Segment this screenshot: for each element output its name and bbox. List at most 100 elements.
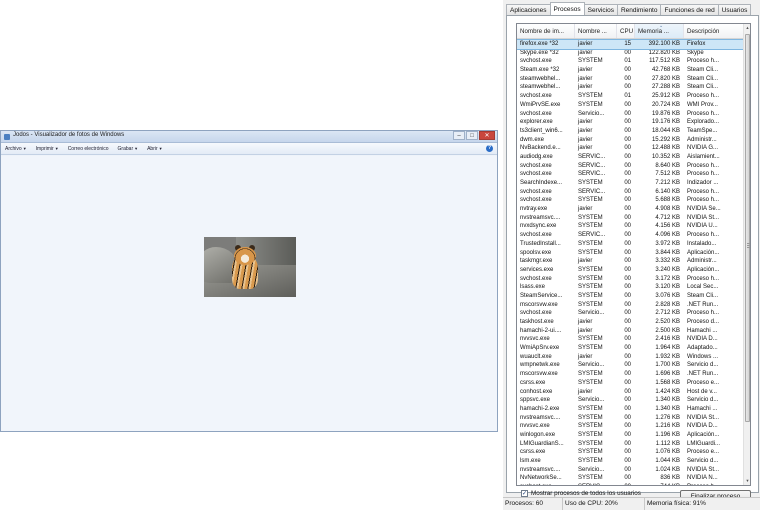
table-row[interactable]: svchost.exe SERVIC... 00 6.140 KB Proceso h.…	[517, 188, 745, 197]
table-row[interactable]: svchost.exe SYSTEM 01 25.912 KB Proceso h...	[517, 92, 745, 101]
tab-funciones-de-red[interactable]: Funciones de red	[660, 4, 719, 15]
table-row[interactable]: steamwebhel... javier 00 27.288 KB Steam Cli…	[517, 83, 745, 92]
table-row[interactable]: WmiPrvSE.exe SYSTEM 00 20.724 KB WMI Prov...	[517, 101, 745, 110]
table-row[interactable]: services.exe SYSTEM 00 3.240 KB Aplicación..…	[517, 266, 745, 275]
table-row[interactable]: svchost.exe SERVIC... 00 7.512 KB Proceso h.…	[517, 170, 745, 179]
table-row[interactable]: hamachi-2-ui.... javier 00 2.500 KB Hamachi …	[517, 327, 745, 336]
column-user-name[interactable]: Nombre ...	[575, 24, 617, 38]
menu-imprimir[interactable]: Imprimir▼	[36, 146, 59, 152]
table-row[interactable]: wmpnetwk.exe Servicio... 00 1.700 KB Servici…	[517, 361, 745, 370]
cell-user-name: SYSTEM	[578, 371, 603, 378]
table-row[interactable]: nvtray.exe javier 00 4.908 KB NVIDIA Se...	[517, 205, 745, 214]
table-row[interactable]: wuauclt.exe javier 00 1.932 KB Windows ...	[517, 353, 745, 362]
table-row[interactable]: dwm.exe javier 00 15.292 KB Administr...	[517, 136, 745, 145]
table-row[interactable]: lsass.exe SYSTEM 00 3.120 KB Local Sec...	[517, 283, 745, 292]
table-row[interactable]: nvstreamsvc.... SYSTEM 00 4.712 KB NVIDIA St…	[517, 214, 745, 223]
table-row[interactable]: TrustedInstall... SYSTEM 00 3.972 KB Instala…	[517, 240, 745, 249]
cell-user-name: javier	[578, 353, 593, 360]
table-row[interactable]: hamachi-2.exe SYSTEM 00 1.340 KB Hamachi ...	[517, 405, 745, 414]
table-row[interactable]: nvstreamsvc.... Servicio... 00 1.024 KB NVID…	[517, 466, 745, 475]
table-row[interactable]: steamwebhel... javier 00 27.820 KB Steam Cli…	[517, 75, 745, 84]
table-row[interactable]: svchost.exe Servicio... 00 2.712 KB Proceso …	[517, 309, 745, 318]
table-row[interactable]: SteamService... SYSTEM 00 3.076 KB Steam Cli…	[517, 292, 745, 301]
table-row[interactable]: csrss.exe SYSTEM 00 1.568 KB Proceso e...	[517, 379, 745, 388]
table-row[interactable]: Steam.exe *32 javier 00 42.768 KB Steam Cli.…	[517, 66, 745, 75]
cell-cpu: 00	[624, 162, 631, 169]
table-row[interactable]: csrss.exe SYSTEM 00 1.076 KB Proceso e...	[517, 448, 745, 457]
column-memory[interactable]: ⌄ Memoria ...	[635, 24, 684, 38]
menu-archivo[interactable]: Archivo▼	[5, 146, 27, 152]
table-row[interactable]: mscorsvw.exe SYSTEM 00 1.696 KB .NET Run...	[517, 370, 745, 379]
table-row[interactable]: LMIGuardianS... SYSTEM 00 1.112 KB LMIGuardi…	[517, 440, 745, 449]
table-row[interactable]: ts3client_win6... javier 00 18.044 KB TeamSp…	[517, 127, 745, 136]
table-row[interactable]: firefox.exe *32 javier 15 392.100 KB Firefox	[517, 39, 746, 50]
minimize-button[interactable]: –	[453, 131, 465, 140]
cell-memory: 3.332 KB	[655, 258, 680, 265]
table-row[interactable]: conhost.exe javier 00 1.424 KB Host de v...	[517, 388, 745, 397]
show-all-users-label: Mostrar procesos de todos los usuarios	[531, 490, 641, 497]
table-row[interactable]: svchost.exeSERVIC...00744 KBProceso h...	[517, 483, 745, 485]
viewer-titlebar[interactable]: Jodos - Visualizador de fotos de Windows…	[1, 131, 497, 143]
close-button[interactable]: ✕	[479, 131, 495, 140]
process-list-scrollbar[interactable]: ▲ ▼	[743, 24, 750, 485]
cell-memory: 2.416 KB	[655, 336, 680, 343]
table-row[interactable]: svchost.exe SERVIC... 00 8.640 KB Proceso h.…	[517, 162, 745, 171]
scroll-down-icon[interactable]: ▼	[744, 477, 750, 485]
table-row[interactable]: NvBackend.e... javier 00 12.488 KB NVIDIA G.…	[517, 144, 745, 153]
table-row[interactable]: WmiApSrv.exe SYSTEM 00 1.964 KB Adaptado...	[517, 344, 745, 353]
maximize-button[interactable]: □	[466, 131, 478, 140]
cell-user-name: javier	[578, 49, 593, 56]
tab-procesos[interactable]: Procesos	[549, 2, 585, 15]
cell-user-name: SERVIC...	[578, 162, 606, 169]
table-row[interactable]: Skype.exe *32 javier 00 122.820 KB Skype	[517, 49, 745, 58]
cell-cpu: 00	[624, 75, 631, 82]
column-cpu[interactable]: CPU	[617, 24, 635, 38]
table-row[interactable]: svchost.exe SERVIC... 00 4.096 KB Proceso h.…	[517, 231, 745, 240]
table-row[interactable]: nvvsvc.exe SYSTEM 00 1.216 KB NVIDIA D...	[517, 422, 745, 431]
tab-rendimiento[interactable]: Rendimiento	[616, 4, 662, 15]
help-icon[interactable]: ?	[486, 145, 493, 152]
column-description[interactable]: Descripción	[684, 24, 745, 38]
cell-description: NVIDIA N...	[687, 475, 718, 482]
table-row[interactable]: nvvsvc.exe SYSTEM 00 2.416 KB NVIDIA D...	[517, 335, 745, 344]
table-row[interactable]: mscorsvw.exe SYSTEM 00 2.828 KB .NET Run...	[517, 301, 745, 310]
process-list[interactable]: Nombre de im... Nombre ... CPU ⌄ Memoria…	[516, 23, 751, 486]
table-row[interactable]: NvNetworkSe... SYSTEM 00 836 KB NVIDIA N...	[517, 474, 745, 483]
menu-abrir[interactable]: Abrir▼	[147, 146, 163, 152]
menu-correo[interactable]: Correo electrónico	[68, 146, 109, 152]
table-row[interactable]: nvxdsync.exe SYSTEM 00 4.156 KB NVIDIA U...	[517, 222, 745, 231]
table-row[interactable]: taskhost.exe javier 00 2.520 KB Proceso d...	[517, 318, 745, 327]
table-row[interactable]: SearchIndexe... SYSTEM 00 7.212 KB Indizador…	[517, 179, 745, 188]
table-row[interactable]: explorer.exe javier 00 19.176 KB Explorado..…	[517, 118, 745, 127]
column-image-name[interactable]: Nombre de im...	[517, 24, 575, 38]
menu-grabar[interactable]: Grabar▼	[118, 146, 139, 152]
cell-description: LMIGuardi...	[687, 440, 721, 447]
scroll-up-icon[interactable]: ▲	[744, 24, 750, 32]
table-row[interactable]: winlogon.exe SYSTEM 00 1.196 KB Aplicación..…	[517, 431, 745, 440]
table-row[interactable]: svchost.exe SYSTEM 00 5.688 KB Proceso h...	[517, 196, 745, 205]
table-row[interactable]: svchost.exe SYSTEM 01 117.512 KB Proceso h..…	[517, 57, 745, 66]
scrollbar-thumb[interactable]	[745, 34, 750, 422]
cell-description: Servicio d...	[687, 397, 719, 404]
table-row[interactable]: taskmgr.exe javier 00 3.332 KB Administr...	[517, 257, 745, 266]
table-row[interactable]: audiodg.exe SERVIC... 00 10.352 KB Aislamien…	[517, 153, 745, 162]
cell-user-name: SYSTEM	[578, 180, 603, 186]
tab-usuarios[interactable]: Usuarios	[717, 4, 752, 15]
table-row[interactable]: svchost.exe SYSTEM 00 3.172 KB Proceso h...	[517, 275, 745, 284]
cell-user-name: SYSTEM	[578, 423, 603, 430]
cell-image-name: csrss.exe	[520, 379, 546, 386]
cell-cpu: 00	[624, 301, 631, 308]
table-row[interactable]: lsm.exe SYSTEM 00 1.044 KB Servicio d...	[517, 457, 745, 466]
tab-servicios[interactable]: Servicios	[583, 4, 618, 15]
process-rows: firefox.exe *32 javier 15 392.100 KB Firefox…	[517, 39, 746, 485]
table-row[interactable]: svchost.exe Servicio... 00 19.876 KB Proceso…	[517, 110, 745, 119]
cell-description: Proceso e...	[687, 449, 720, 456]
table-row[interactable]: nvstreamsvc.... SYSTEM 00 1.276 KB NVIDIA St…	[517, 414, 745, 423]
cell-user-name: javier	[578, 319, 593, 325]
tab-aplicaciones[interactable]: Aplicaciones	[506, 4, 551, 15]
table-row[interactable]: sppsvc.exe Servicio... 00 1.340 KB Servicio …	[517, 396, 745, 405]
show-all-users-option[interactable]: ✓ Mostrar procesos de todos los usuarios	[521, 490, 641, 497]
table-row[interactable]: spoolsv.exe SYSTEM 00 3.844 KB Aplicación...	[517, 249, 745, 258]
show-all-users-checkbox[interactable]: ✓	[521, 490, 528, 497]
cell-image-name: LMIGuardianS...	[520, 440, 564, 447]
